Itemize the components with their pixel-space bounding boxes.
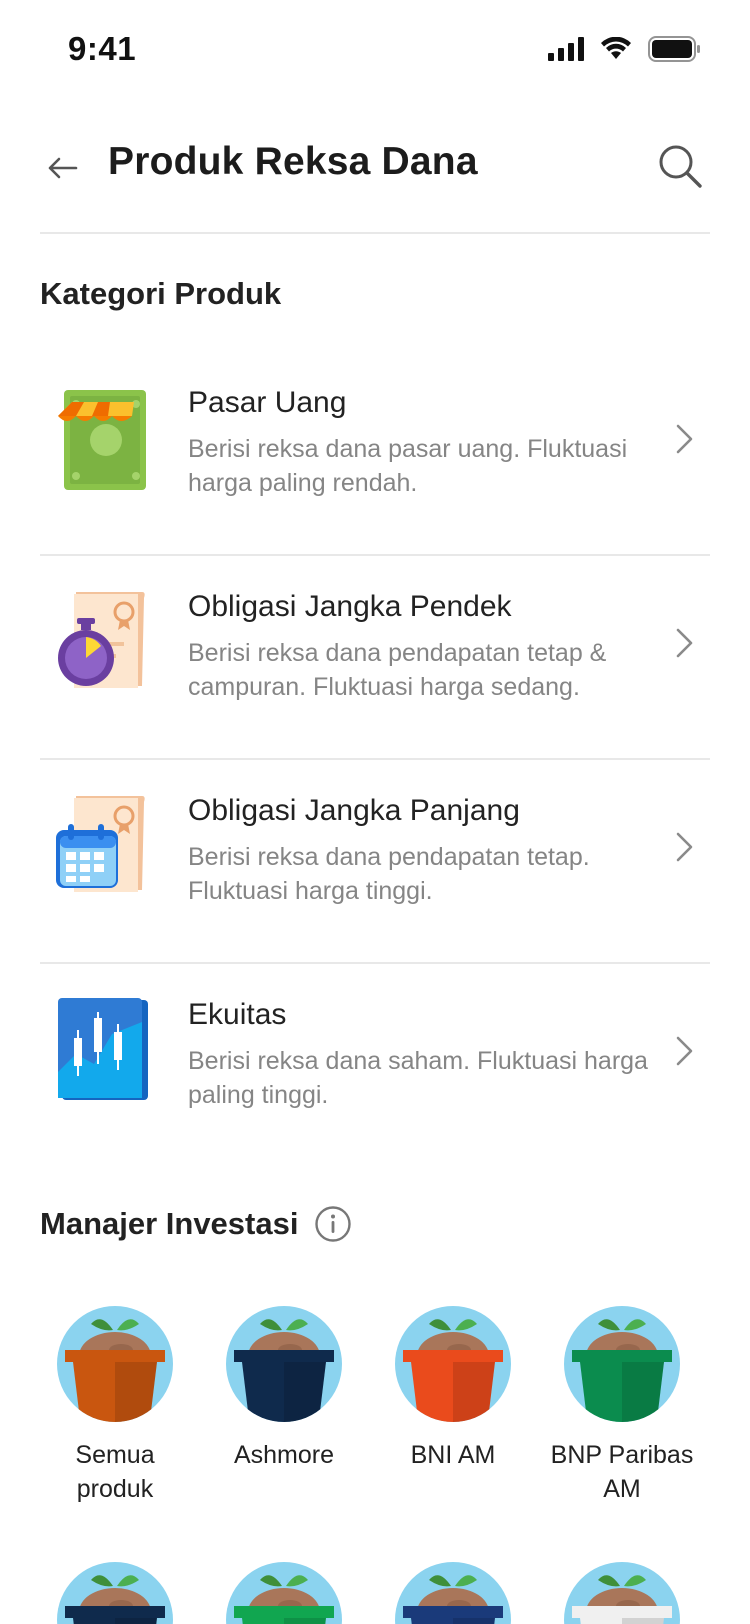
manager-item[interactable]: Ashmore	[209, 1304, 359, 1472]
candlestick-chart-icon	[58, 998, 148, 1100]
manager-name: Semua produk	[75, 1441, 155, 1503]
category-description: Berisi reksa dana saham. Fluktuasi harga…	[188, 1047, 648, 1109]
manager-item[interactable]	[209, 1560, 359, 1624]
category-description: Berisi reksa dana pendapatan tetap. Fluk…	[188, 843, 590, 905]
app-header: Produk Reksa Dana	[0, 120, 750, 232]
category-name: Pasar Uang	[188, 386, 347, 419]
manager-name: BNI AM	[410, 1441, 496, 1469]
signal-icon	[548, 37, 584, 61]
header-divider	[40, 232, 710, 234]
page-title: Produk Reksa Dana	[108, 140, 478, 183]
category-name: Obligasi Jangka Pendek	[188, 590, 512, 623]
manager-item[interactable]	[547, 1560, 697, 1624]
category-name: Ekuitas	[188, 998, 287, 1031]
manager-item[interactable]: BNI AM	[378, 1304, 528, 1472]
chevron-right-icon	[676, 424, 693, 454]
manager-item[interactable]	[378, 1560, 528, 1624]
stopwatch-certificate-icon	[58, 592, 145, 688]
manager-logo-pot-icon	[395, 1562, 511, 1624]
info-icon[interactable]	[314, 1205, 352, 1243]
calendar-certificate-icon	[56, 796, 145, 892]
chevron-right-icon	[676, 628, 693, 658]
manager-logo-pot-icon	[564, 1306, 680, 1422]
category-item-obligasi-jangka-panjang[interactable]: Obligasi Jangka Panjang Berisi reksa dan…	[40, 760, 710, 964]
manager-logo-pot-icon	[395, 1306, 511, 1422]
arrow-left-icon	[48, 157, 78, 179]
manager-item[interactable]: BNP Paribas AM	[547, 1304, 697, 1506]
manager-item[interactable]	[40, 1560, 190, 1624]
manager-logo-pot-icon	[226, 1306, 342, 1422]
status-icons	[548, 36, 702, 62]
chevron-right-icon	[676, 1036, 693, 1066]
category-name: Obligasi Jangka Panjang	[188, 794, 520, 827]
chevron-right-icon	[676, 832, 693, 862]
managers-section-title: Manajer Investasi	[40, 1206, 299, 1241]
status-bar: 9:41	[0, 0, 750, 100]
manager-logo-pot-icon	[57, 1306, 173, 1422]
money-store-icon	[58, 390, 146, 490]
wifi-icon	[601, 37, 631, 59]
back-button[interactable]	[40, 146, 84, 190]
manager-name: BNP Paribas AM	[550, 1441, 694, 1503]
categories-section-title: Kategori Produk	[40, 276, 282, 311]
manager-logo-pot-icon	[226, 1562, 342, 1624]
category-list: Pasar Uang Berisi reksa dana pasar uang.…	[40, 352, 710, 1168]
managers-section-header: Manajer Investasi	[40, 1205, 352, 1243]
battery-icon	[648, 36, 700, 62]
manager-logo-pot-icon	[57, 1562, 173, 1624]
search-icon[interactable]	[654, 140, 706, 192]
status-time: 9:41	[68, 30, 137, 67]
category-item-obligasi-jangka-pendek[interactable]: Obligasi Jangka Pendek Berisi reksa dana…	[40, 556, 710, 760]
manager-item[interactable]: Semua produk	[40, 1304, 190, 1506]
category-description: Berisi reksa dana pendapatan tetap & cam…	[188, 639, 607, 701]
category-item-ekuitas[interactable]: Ekuitas Berisi reksa dana saham. Fluktua…	[40, 964, 710, 1168]
category-description: Berisi reksa dana pasar uang. Fluktuasi …	[188, 435, 628, 497]
manager-logo-pot-icon	[564, 1562, 680, 1624]
manager-name: Ashmore	[233, 1441, 335, 1469]
category-item-pasar-uang[interactable]: Pasar Uang Berisi reksa dana pasar uang.…	[40, 352, 710, 556]
